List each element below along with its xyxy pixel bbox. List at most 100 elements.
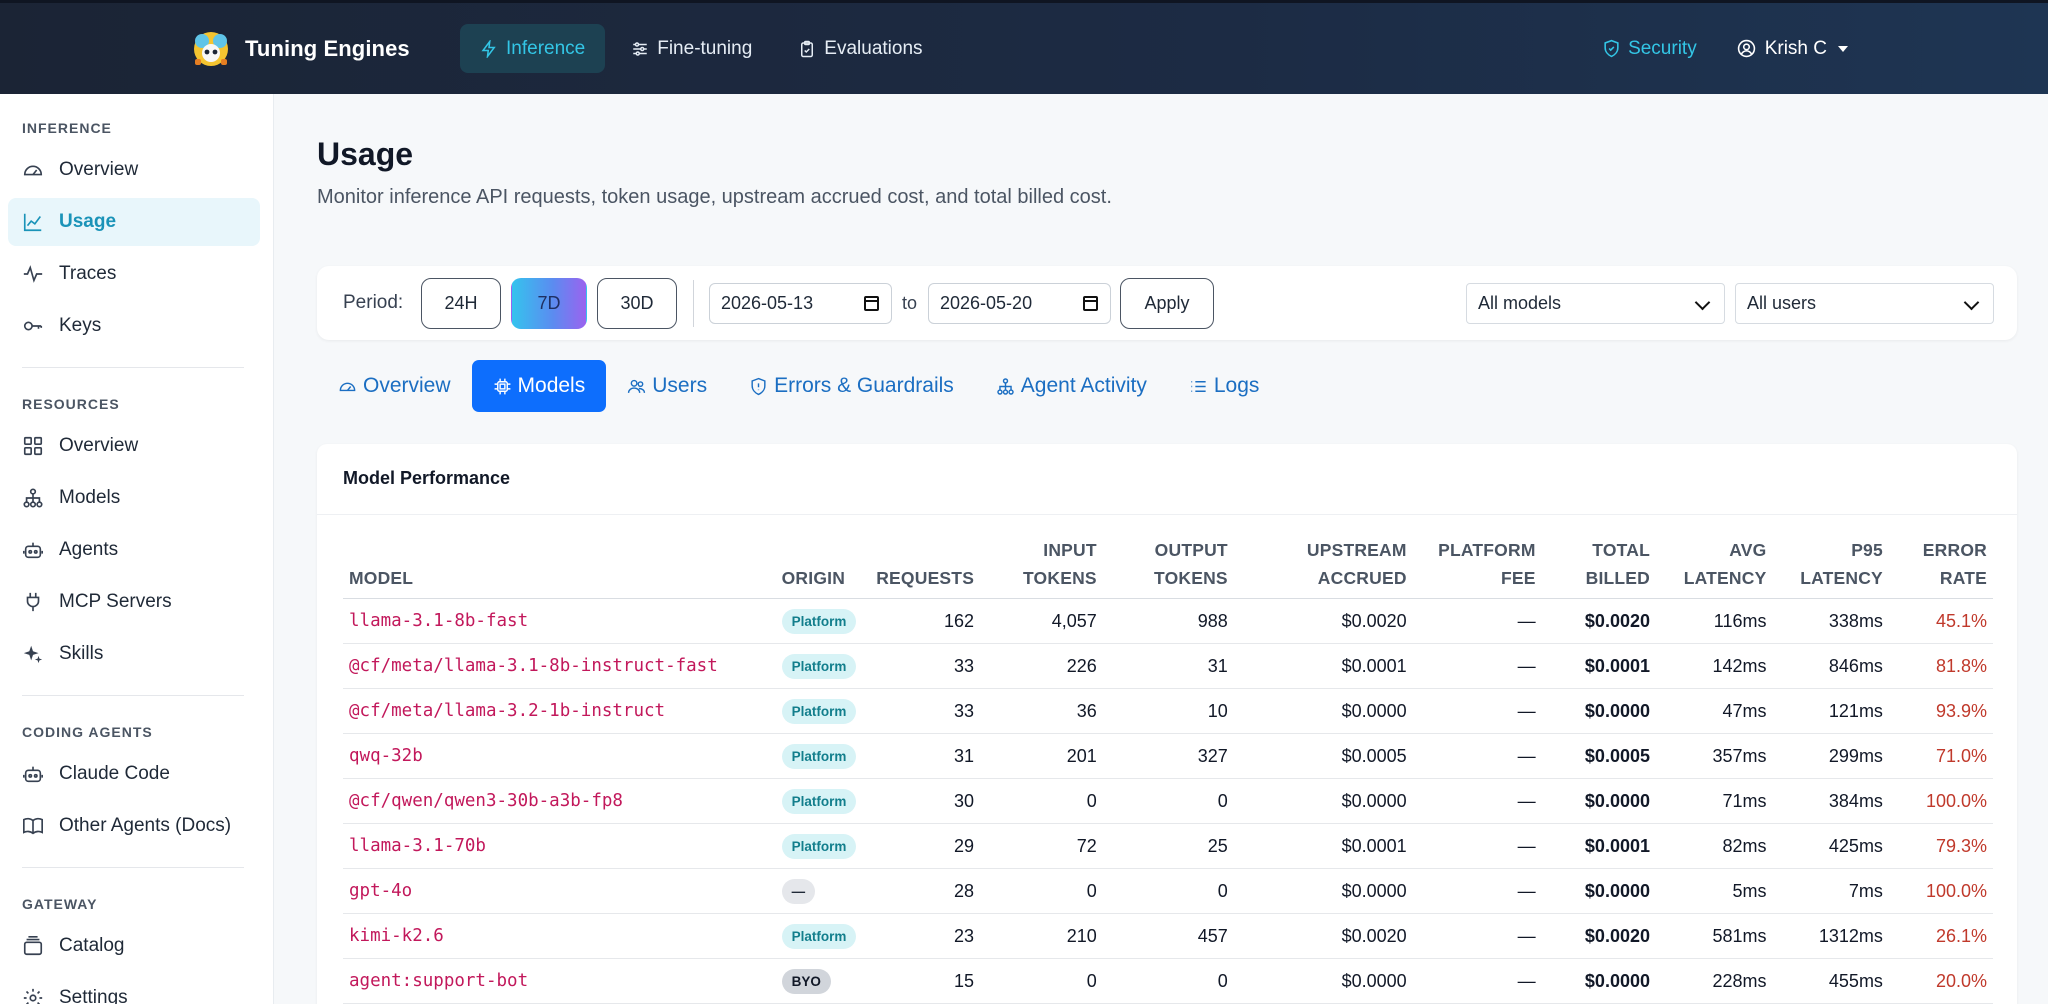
sidebar-item-inference-overview[interactable]: Overview — [8, 146, 260, 194]
user-name: Krish C — [1764, 37, 1827, 59]
column-header-label: MODEL — [349, 568, 414, 588]
brand[interactable]: Tuning Engines — [189, 29, 410, 69]
p95-cell: 299ms — [1772, 733, 1889, 779]
avg-cell: 142ms — [1656, 643, 1773, 689]
output-cell: 0 — [1102, 868, 1234, 914]
calendar-icon[interactable] — [1083, 296, 1098, 311]
sidebar-item-models[interactable]: Models — [8, 474, 260, 522]
tab-overview[interactable]: Overview — [317, 360, 472, 412]
sidebar-item-claude-code[interactable]: Claude Code — [8, 750, 260, 798]
requests-cell: 33 — [865, 688, 981, 734]
date-from-input[interactable]: 2026-05-13 — [709, 283, 892, 324]
total-cell: $0.0000 — [1541, 868, 1656, 914]
sidebar-item-mcp-servers[interactable]: MCP Servers — [8, 578, 260, 626]
total-cell: $0.0005 — [1541, 733, 1656, 779]
column-header-label: LATENCY — [1800, 568, 1883, 588]
nav-evaluations[interactable]: Evaluations — [778, 24, 942, 73]
table-row[interactable]: agent:support-bot BYO 15 0 0 $0.0000— $0.0000 2… — [343, 958, 1993, 1004]
catalog-icon — [23, 936, 43, 956]
tab-agent-activity[interactable]: Agent Activity — [975, 360, 1168, 412]
table-row[interactable]: qwq-32b Platform 31 201 327 $0.0005— $0.0005 35… — [343, 733, 1993, 779]
sidebar-item-usage[interactable]: Usage — [8, 198, 260, 246]
err-cell: 45.1% — [1888, 598, 1993, 644]
input-cell: 0 — [980, 778, 1103, 824]
tab-label: Logs — [1213, 374, 1260, 397]
sidebar-section-resources: RESOURCES — [22, 396, 120, 412]
model-name-link[interactable]: kimi-k2.6 — [343, 913, 776, 959]
sidebar-item-settings[interactable]: Settings — [8, 974, 260, 1004]
table-row[interactable]: llama-3.1-8b-fast Platform 162 4,057 988 $0.0… — [343, 598, 1993, 644]
period-30d-button[interactable]: 30D — [597, 278, 677, 329]
column-header[interactable]: REQUESTS — [865, 536, 981, 599]
total-cell: $0.0020 — [1541, 598, 1656, 644]
sidebar-item-other-agents[interactable]: Other Agents (Docs) — [8, 802, 260, 850]
users-icon — [628, 379, 646, 393]
user-select[interactable]: All users — [1735, 283, 1994, 324]
model-name-link[interactable]: @cf/qwen/qwen3-30b-a3b-fp8 — [343, 778, 776, 824]
sidebar-item-skills[interactable]: Skills — [8, 630, 260, 678]
column-header[interactable]: ORIGIN — [775, 536, 866, 599]
column-header[interactable]: TOTAL BILLED — [1541, 536, 1656, 599]
user-select-value: All users — [1747, 293, 1817, 313]
model-name-link[interactable]: qwq-32b — [343, 733, 776, 779]
key-icon — [23, 321, 43, 331]
security-label: Security — [1628, 37, 1697, 59]
column-header[interactable]: AVG LATENCY — [1656, 536, 1773, 599]
sidebar: INFERENCE Overview Usage Traces Keys RES… — [0, 94, 274, 1004]
model-name-link[interactable]: llama-3.1-70b — [343, 823, 776, 869]
nav-fine-tuning[interactable]: Fine-tuning — [611, 24, 772, 73]
period-7d-button[interactable]: 7D — [511, 278, 587, 329]
sidebar-item-catalog[interactable]: Catalog — [8, 922, 260, 970]
clipboard-icon — [801, 40, 814, 57]
date-to-input[interactable]: 2026-05-20 — [928, 283, 1111, 324]
model-name-link[interactable]: gpt-4o — [343, 868, 776, 914]
p95-cell: 425ms — [1772, 823, 1889, 869]
column-header-label: OUTPUT — [1154, 540, 1228, 560]
sidebar-item-traces[interactable]: Traces — [8, 250, 260, 298]
hierarchy-icon — [997, 377, 1014, 395]
column-header[interactable]: MODEL — [343, 536, 776, 599]
security-link[interactable]: Security — [1602, 38, 1697, 60]
total-cell: $0.0020 — [1541, 913, 1656, 959]
column-header[interactable]: ERROR RATE — [1888, 536, 1993, 599]
model-name-link[interactable]: agent:support-bot — [343, 958, 776, 1004]
model-name-link[interactable]: @cf/meta/llama-3.2-1b-instruct — [343, 688, 776, 734]
table-row[interactable]: kimi-k2.6 Platform 23 210 457 $0.0020— $0.0020… — [343, 913, 1993, 959]
sidebar-item-agents[interactable]: Agents — [8, 526, 260, 574]
err-cell: 71.0% — [1888, 733, 1993, 779]
output-cell: 327 — [1102, 733, 1234, 779]
date-range-to-label: to — [902, 293, 918, 313]
table-row[interactable]: llama-3.1-70b Platform 29 72 25 $0.0001— $0.00… — [343, 823, 1993, 869]
apply-button[interactable]: Apply — [1120, 278, 1214, 329]
brand-logo-icon — [194, 32, 228, 66]
table-row[interactable]: gpt-4o —28 0 0 $0.0000— $0.0000 5ms 7ms 100.0% — [343, 868, 1993, 914]
origin-badge: — — [781, 878, 816, 904]
calendar-icon[interactable] — [864, 296, 879, 311]
tab-errors-guardrails[interactable]: Errors & Guardrails — [728, 360, 975, 412]
model-name-link[interactable]: llama-3.1-8b-fast — [343, 598, 776, 644]
robot-icon — [23, 542, 43, 559]
period-24h-button[interactable]: 24H — [421, 278, 501, 329]
p95-cell: 338ms — [1772, 598, 1889, 644]
column-header[interactable]: UPSTREAM ACCRUED — [1233, 536, 1413, 599]
nav-inference[interactable]: Inference — [460, 24, 606, 73]
tab-users[interactable]: Users — [606, 360, 728, 412]
table-row[interactable]: @cf/meta/llama-3.1-8b-instruct-fast Platf… — [343, 643, 1993, 689]
input-cell: 36 — [980, 688, 1103, 734]
column-header[interactable]: INPUT TOKENS — [980, 536, 1103, 599]
column-header[interactable]: PLATFORM FEE — [1412, 536, 1542, 599]
column-header[interactable]: OUTPUT TOKENS — [1102, 536, 1234, 599]
sidebar-item-keys[interactable]: Keys — [8, 302, 260, 350]
grid-icon — [23, 436, 43, 456]
line-chart-icon — [23, 213, 42, 232]
model-name-link[interactable]: @cf/meta/llama-3.1-8b-instruct-fast — [343, 643, 776, 689]
column-header[interactable]: P95 LATENCY — [1772, 536, 1889, 599]
model-select[interactable]: All models — [1466, 283, 1725, 324]
table-row[interactable]: @cf/qwen/qwen3-30b-a3b-fp8 Platform 30 0 0 $0… — [343, 778, 1993, 824]
user-menu[interactable]: Krish C — [1737, 38, 1848, 60]
table-row[interactable]: @cf/meta/llama-3.2-1b-instruct Platform 33… — [343, 688, 1993, 734]
sidebar-item-resources-overview[interactable]: Overview — [8, 422, 260, 470]
tab-logs[interactable]: Logs — [1168, 360, 1281, 412]
page-subtitle: Monitor inference API requests, token us… — [317, 186, 1112, 208]
tab-models[interactable]: Models — [471, 360, 607, 412]
